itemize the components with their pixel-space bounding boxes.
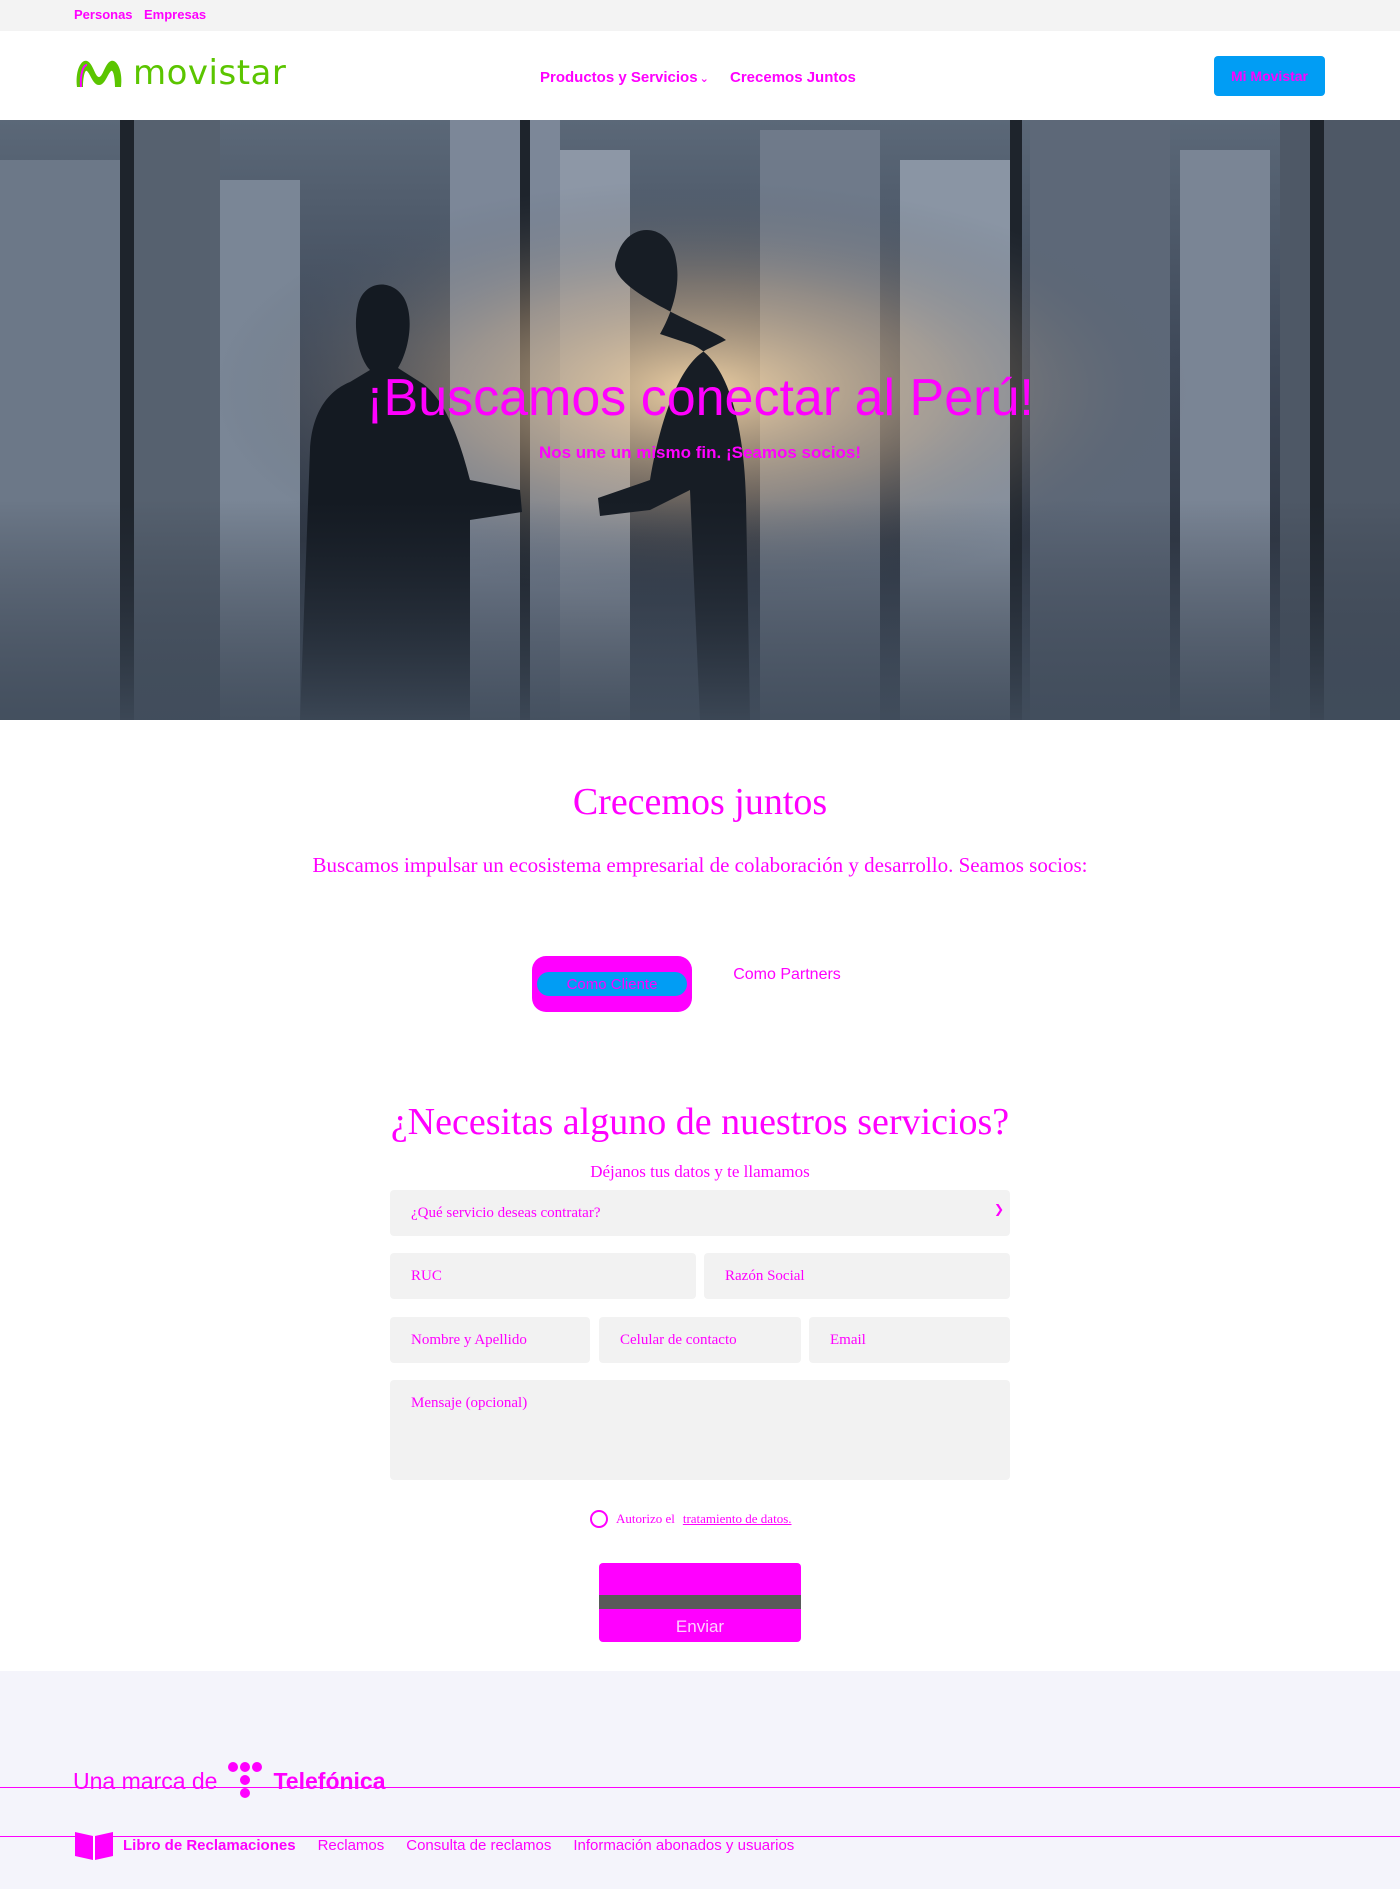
chevron-down-icon: ⌄ [699, 73, 709, 85]
reclamos-link[interactable]: Reclamos [318, 1837, 385, 1854]
hero-banner: ¡Buscamos conectar al Perú! Nos une un m… [0, 120, 1400, 720]
form-subtitle: Déjanos tus datos y te llamamos [590, 1162, 810, 1181]
libro-reclamaciones-link[interactable]: Libro de Reclamaciones [73, 1828, 296, 1862]
top-strip: Personas Empresas [0, 0, 1400, 31]
enviar-button[interactable]: Enviar [599, 1563, 801, 1642]
email-placeholder: Email [830, 1332, 866, 1348]
crecemos-subtitle: Buscamos impulsar un ecosistema empresar… [312, 853, 1088, 877]
ruc-input[interactable]: RUC [390, 1253, 696, 1299]
mensaje-placeholder: Mensaje (opcional) [411, 1395, 528, 1411]
nav-crecemos-juntos[interactable]: Crecemos Juntos [730, 69, 856, 86]
button-shadow-bar [599, 1595, 801, 1609]
logo-text: movistar [133, 53, 287, 93]
consent-prefix: Autorizo el [616, 1511, 675, 1526]
telefonica-t-icon [228, 1762, 263, 1798]
service-select-value: ¿Qué servicio deseas contratar? [411, 1205, 601, 1221]
service-select[interactable]: ¿Qué servicio deseas contratar? ❯ [390, 1190, 1010, 1236]
footer-divider [0, 1787, 1400, 1788]
consent-radio[interactable] [590, 1510, 608, 1528]
chevron-down-icon: ❯ [993, 1202, 1004, 1216]
brand-name: Telefónica [273, 1767, 386, 1794]
brand-prefix: Una marca de [73, 1767, 218, 1794]
tab-como-partners[interactable]: Como Partners [712, 966, 862, 984]
nombre-input[interactable]: Nombre y Apellido [390, 1317, 590, 1363]
footer-links: Libro de Reclamaciones Reclamos Consulta… [73, 1828, 794, 1862]
movistar-logo-icon [76, 60, 122, 88]
book-icon [75, 1832, 113, 1860]
email-input[interactable]: Email [809, 1317, 1010, 1363]
libro-reclamaciones-label: Libro de Reclamaciones [123, 1836, 296, 1854]
empresas-link[interactable]: Empresas [144, 7, 206, 22]
hero-subtitle: Nos une un mismo fin. ¡Seamos socios! [538, 443, 862, 462]
movistar-logo[interactable]: movistar [73, 53, 286, 93]
form-title: ¿Necesitas alguno de nuestros servicios? [390, 1101, 1010, 1143]
mensaje-textarea[interactable]: Mensaje (opcional) [390, 1380, 1010, 1480]
informacion-abonados-link[interactable]: Información abonados y usuarios [573, 1837, 794, 1854]
mi-movistar-button[interactable]: Mi Movistar [1214, 56, 1325, 96]
crecemos-title: Crecemos juntos [572, 781, 828, 823]
consulta-reclamos-link[interactable]: Consulta de reclamos [406, 1837, 551, 1854]
nav-productos-label: Productos y Servicios [540, 69, 698, 86]
tratamiento-datos-link[interactable]: tratamiento de datos. [683, 1511, 792, 1527]
nombre-placeholder: Nombre y Apellido [411, 1332, 527, 1348]
celular-input[interactable]: Celular de contacto [599, 1317, 801, 1363]
ruc-placeholder: RUC [411, 1268, 442, 1284]
consent-row: Autorizo el tratamiento de datos. [590, 1510, 792, 1528]
enviar-label: Enviar [675, 1617, 725, 1636]
nav-productos-servicios[interactable]: Productos y Servicios ⌄ [540, 69, 709, 86]
razon-social-placeholder: Razón Social [725, 1268, 805, 1284]
razon-social-input[interactable]: Razón Social [704, 1253, 1010, 1299]
personas-link[interactable]: Personas [74, 7, 133, 22]
site-header: movistar Productos y Servicios ⌄ Crecemos… [0, 31, 1400, 120]
hero-title: ¡Buscamos conectar al Perú! [366, 369, 1034, 427]
tab-como-cliente-label: Como Cliente [537, 972, 687, 996]
celular-placeholder: Celular de contacto [620, 1332, 737, 1348]
tab-como-cliente[interactable]: Como Cliente [532, 956, 692, 1012]
telefonica-brand[interactable]: Una marca de Telefónica [73, 1761, 386, 1801]
nav-crecemos-label: Crecemos Juntos [730, 69, 856, 86]
